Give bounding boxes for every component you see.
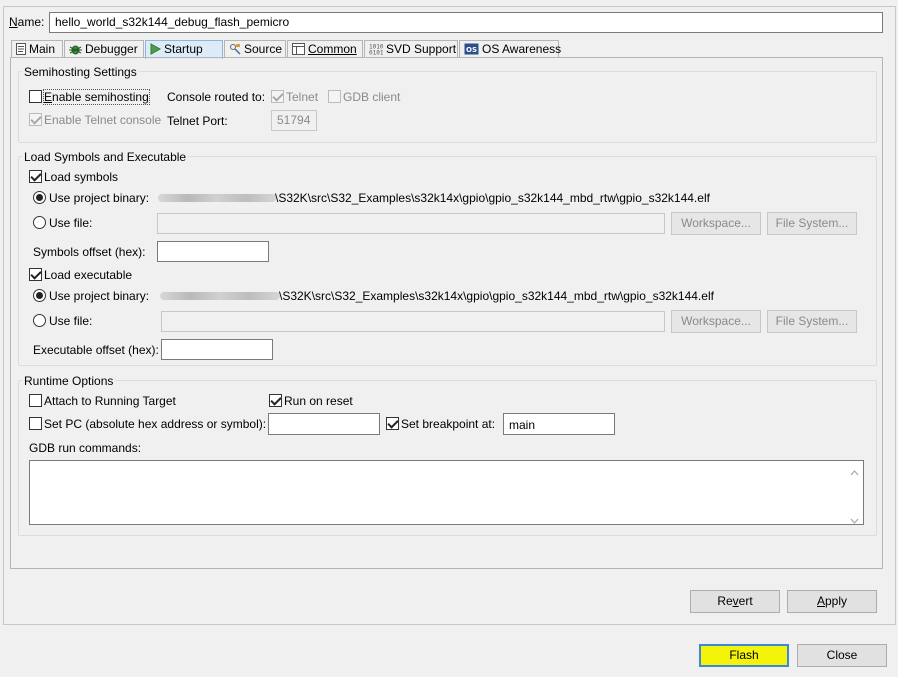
breakpoint-input[interactable]: main <box>503 413 615 435</box>
enable-telnet-console-checkbox[interactable] <box>29 113 42 126</box>
exec-use-project-binary-label: Use project binary: <box>49 289 150 303</box>
load-executable-label: Load executable <box>44 268 133 282</box>
exec-file-input[interactable] <box>161 311 665 332</box>
tab-main-label: Main <box>29 42 56 56</box>
symbols-offset-label: Symbols offset (hex): <box>33 245 146 259</box>
symbols-file-system-button[interactable]: File System... <box>767 212 857 235</box>
scroll-up-icon[interactable] <box>850 465 859 479</box>
semihosting-title: Semihosting Settings <box>22 65 139 79</box>
name-input[interactable]: hello_world_s32k144_debug_flash_pemicro <box>49 12 883 33</box>
set-breakpoint-checkbox[interactable] <box>386 417 399 430</box>
run-on-reset-label: Run on reset <box>284 394 353 408</box>
scroll-down-icon[interactable] <box>850 513 859 527</box>
enable-semihosting-checkbox[interactable] <box>29 90 42 103</box>
tab-svd-support[interactable]: 1010 0101 SVD Support <box>364 40 458 58</box>
set-pc-label: Set PC (absolute hex address or symbol): <box>44 417 267 431</box>
attach-running-target-checkbox[interactable] <box>29 394 42 407</box>
exec-use-file-radio[interactable] <box>33 314 46 327</box>
enable-semihosting-label: Enable semihosting <box>43 89 150 105</box>
runtime-options-title: Runtime Options <box>22 374 116 388</box>
telnet-port-label: Telnet Port: <box>167 114 228 128</box>
enable-telnet-console-label: Enable Telnet console <box>44 113 162 127</box>
gdb-run-commands-label: GDB run commands: <box>29 441 142 455</box>
symbols-use-project-binary-radio[interactable] <box>33 191 46 204</box>
gdb-commands-scrollbar[interactable] <box>846 461 863 524</box>
name-label: Name: <box>9 15 45 29</box>
gdb-client-checkbox[interactable] <box>328 90 341 103</box>
load-symbols-group <box>18 156 877 366</box>
set-pc-input[interactable] <box>268 413 380 435</box>
apply-button[interactable]: Apply <box>787 590 877 613</box>
executable-offset-label: Executable offset (hex): <box>33 343 159 357</box>
telnet-label: Telnet <box>286 90 319 104</box>
svg-text:0101: 0101 <box>369 50 383 56</box>
tab-common-label: Common <box>308 42 357 56</box>
tab-source[interactable]: Source <box>224 40 286 58</box>
symbols-binary-path: \S32K\src\S32_Examples\s32k14x\gpio\gpio… <box>275 191 710 205</box>
exec-use-file-label: Use file: <box>49 314 93 328</box>
exec-binary-path: \S32K\src\S32_Examples\s32k14x\gpio\gpio… <box>279 289 714 303</box>
symbols-offset-input[interactable] <box>157 241 269 262</box>
exec-file-system-button[interactable]: File System... <box>767 310 857 333</box>
set-pc-checkbox[interactable] <box>29 417 42 430</box>
tab-common[interactable]: Common <box>287 40 363 58</box>
run-on-reset-checkbox[interactable] <box>269 394 282 407</box>
executable-offset-input[interactable] <box>161 339 273 360</box>
tab-debugger-label: Debugger <box>85 42 138 56</box>
load-symbols-label: Load symbols <box>44 170 119 184</box>
symbols-workspace-button[interactable]: Workspace... <box>671 212 761 235</box>
symbols-file-input[interactable] <box>157 213 665 234</box>
symbols-use-file-radio[interactable] <box>33 216 46 229</box>
telnet-checkbox[interactable] <box>271 90 284 103</box>
tab-debugger[interactable]: Debugger <box>64 40 144 58</box>
console-routed-label: Console routed to: <box>167 90 266 104</box>
tab-os-awareness[interactable]: OS OS Awareness <box>459 40 562 58</box>
exec-use-project-binary-radio[interactable] <box>33 289 46 302</box>
tab-source-label: Source <box>244 42 283 56</box>
load-executable-checkbox[interactable] <box>29 268 42 281</box>
attach-running-target-label: Attach to Running Target <box>44 394 176 408</box>
redacted-path-prefix <box>158 194 276 202</box>
set-breakpoint-label: Set breakpoint at: <box>401 417 496 431</box>
flash-button[interactable]: Flash <box>699 644 789 667</box>
tab-os-awareness-label: OS Awareness <box>482 42 562 56</box>
tab-svd-support-label: SVD Support <box>386 42 457 56</box>
tab-startup-label: Startup <box>164 42 203 56</box>
exec-workspace-button[interactable]: Workspace... <box>671 310 761 333</box>
gdb-client-label: GDB client <box>343 90 401 104</box>
svg-text:OS: OS <box>466 46 477 54</box>
telnet-port-input[interactable]: 51794 <box>271 110 317 131</box>
load-symbols-title: Load Symbols and Executable <box>22 150 189 164</box>
gdb-run-commands-textarea[interactable] <box>29 460 864 525</box>
symbols-use-project-binary-label: Use project binary: <box>49 191 150 205</box>
tab-main[interactable]: Main <box>11 40 63 58</box>
close-button[interactable]: Close <box>797 644 887 667</box>
symbols-use-file-label: Use file: <box>49 216 93 230</box>
redacted-path-prefix <box>160 292 280 300</box>
load-symbols-checkbox[interactable] <box>29 170 42 183</box>
semihosting-group <box>18 71 877 143</box>
revert-button[interactable]: Revert <box>690 590 780 613</box>
